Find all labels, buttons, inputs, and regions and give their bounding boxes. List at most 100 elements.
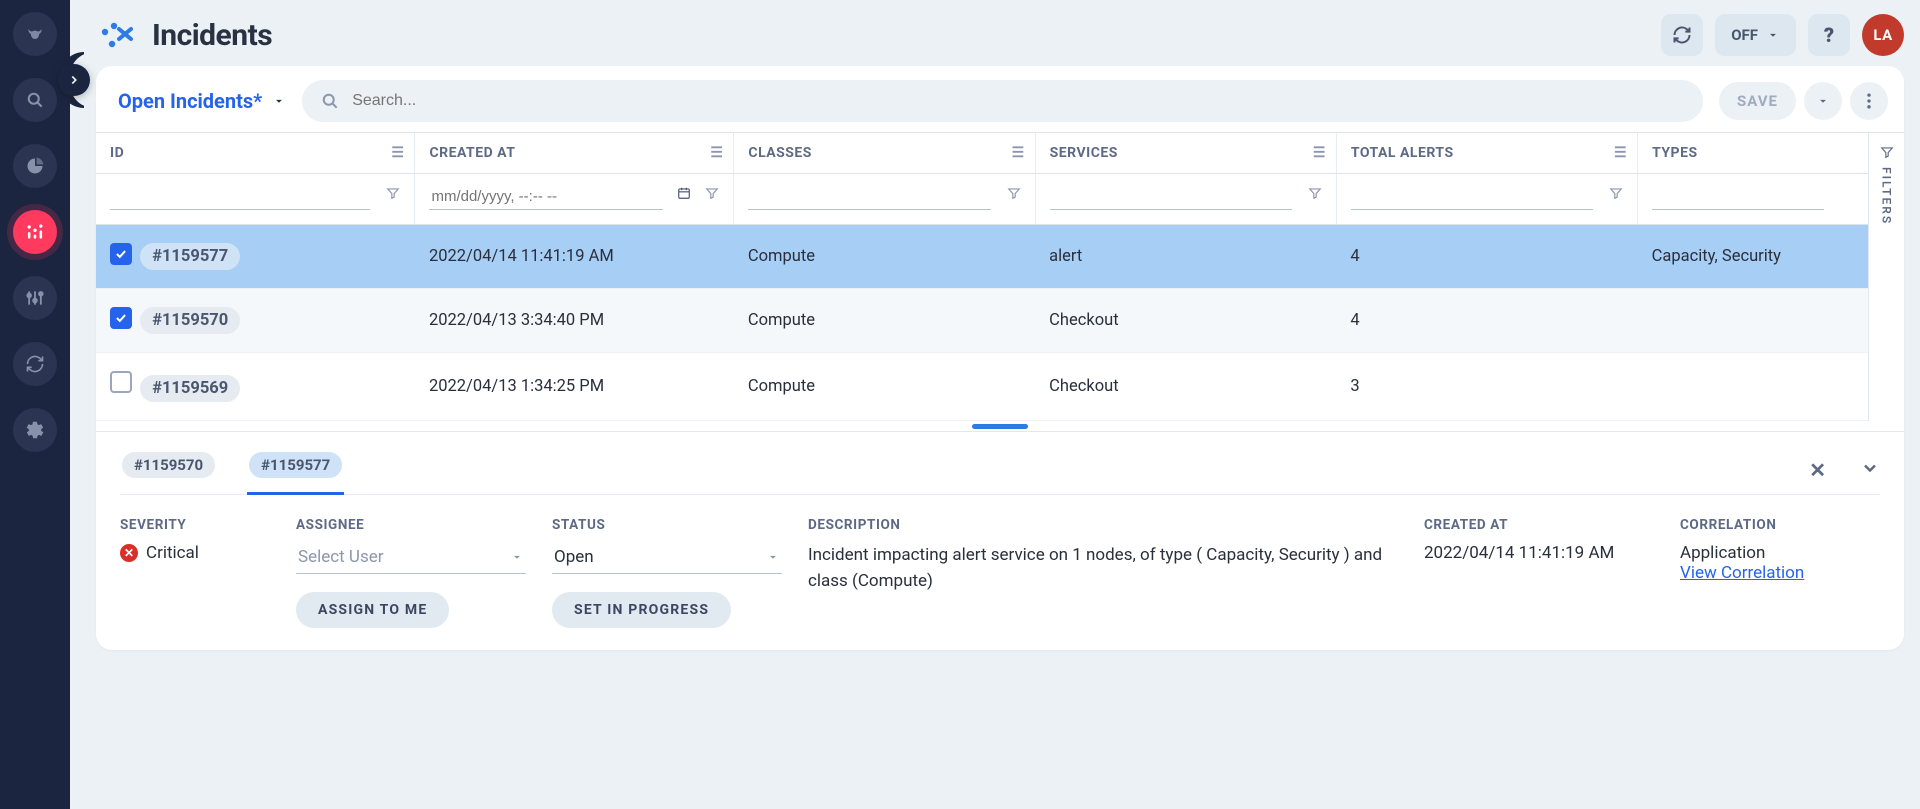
col-header-totalalerts[interactable]: TOTAL ALERTS☰ (1336, 133, 1637, 174)
correlation-value: Application (1680, 543, 1880, 563)
cell-classes: Compute (734, 353, 1035, 421)
assign-to-me-button[interactable]: ASSIGN TO ME (296, 592, 449, 628)
panel-toolbar: Open Incidents* SAVE (96, 66, 1904, 132)
cell-classes: Compute (734, 289, 1035, 353)
detail-tab[interactable]: #1159570 (120, 446, 217, 494)
detail-description: DESCRIPTION Incident impacting alert ser… (808, 517, 1398, 594)
topbar: Incidents OFF ? LA (96, 14, 1904, 56)
saved-view-select[interactable]: Open Incidents* (118, 89, 286, 113)
help-button[interactable]: ? (1808, 14, 1850, 56)
detail-correlation: CORRELATION Application View Correlation (1680, 517, 1880, 583)
filter-input-types[interactable] (1652, 184, 1824, 210)
caret-down-icon (272, 94, 286, 108)
product-logo-icon (96, 14, 138, 56)
funnel-icon (1880, 145, 1894, 159)
filter-input-id[interactable] (110, 184, 370, 210)
kebab-icon (1859, 91, 1879, 111)
view-label: Open Incidents* (118, 89, 262, 113)
cell-types: Capacity, Security (1638, 225, 1868, 289)
assignee-select[interactable]: Select User (296, 543, 526, 574)
caret-down-icon (766, 550, 780, 564)
funnel-icon[interactable] (705, 186, 719, 204)
sidebar-item-search[interactable] (13, 78, 57, 122)
cell-createdat: 2022/04/13 3:34:40 PM (415, 289, 734, 353)
table-row[interactable]: #1159569 2022/04/13 1:34:25 PMComputeChec… (96, 353, 1868, 421)
status-select[interactable]: Open (552, 543, 782, 574)
col-header-types[interactable]: TYPES (1638, 133, 1868, 174)
cell-services: alert (1035, 225, 1336, 289)
detail-collapse-button[interactable] (1860, 458, 1880, 483)
sidebar-item-sync[interactable] (13, 342, 57, 386)
view-correlation-link[interactable]: View Correlation (1680, 563, 1880, 583)
incident-detail: #1159570 #1159577 ✕ SEVERITY ✕ Critical A… (96, 431, 1904, 650)
col-menu-icon[interactable]: ☰ (1313, 145, 1326, 161)
funnel-icon[interactable] (1007, 186, 1021, 204)
incident-id-chip[interactable]: #1159569 (140, 375, 240, 402)
detail-close-button[interactable]: ✕ (1809, 458, 1826, 483)
cell-types (1638, 353, 1868, 421)
brand-bull-icon[interactable] (13, 12, 57, 56)
col-header-createdat[interactable]: CREATED AT☰ (415, 133, 734, 174)
filters-rail-toggle[interactable]: FILTERS (1868, 133, 1904, 421)
col-menu-icon[interactable]: ☰ (1614, 145, 1627, 161)
save-menu-button[interactable] (1804, 82, 1842, 120)
filter-input-totalalerts[interactable] (1351, 184, 1593, 210)
row-checkbox[interactable] (110, 371, 132, 393)
col-header-classes[interactable]: CLASSES☰ (734, 133, 1035, 174)
row-checkbox[interactable] (110, 243, 132, 265)
funnel-icon[interactable] (386, 186, 400, 204)
table-row[interactable]: #11595772022/04/14 11:41:19 AMComputeale… (96, 225, 1868, 289)
detail-status: STATUS Open SET IN PROGRESS (552, 517, 782, 628)
severity-critical-icon: ✕ (120, 544, 138, 562)
cell-createdat: 2022/04/13 1:34:25 PM (415, 353, 734, 421)
filter-input-services[interactable] (1050, 184, 1292, 210)
detail-severity: SEVERITY ✕ Critical (120, 517, 270, 563)
search-field[interactable] (302, 80, 1703, 122)
incident-id-chip[interactable]: #1159577 (140, 243, 240, 270)
cell-totalalerts: 4 (1336, 289, 1637, 353)
cell-totalalerts: 3 (1336, 353, 1637, 421)
incident-id-chip[interactable]: #1159570 (140, 307, 240, 334)
more-actions-button[interactable] (1850, 82, 1888, 120)
severity-value: Critical (146, 543, 199, 563)
detail-tab[interactable]: #1159577 (247, 446, 344, 495)
incidents-table: ID☰ CREATED AT☰ CLASSES☰ SERVICES☰ TOTAL… (96, 133, 1868, 421)
detail-resize-handle[interactable] (96, 421, 1904, 431)
avatar[interactable]: LA (1862, 14, 1904, 56)
calendar-icon[interactable] (677, 186, 691, 204)
caret-down-icon (1816, 94, 1830, 108)
sidebar-item-analytics[interactable] (13, 210, 57, 254)
autorefresh-toggle[interactable]: OFF (1715, 14, 1796, 56)
search-input[interactable] (352, 92, 1685, 110)
main: Incidents OFF ? LA Open Incidents* (70, 0, 1920, 666)
sidebar-item-reports[interactable] (13, 144, 57, 188)
col-menu-icon[interactable]: ☰ (710, 145, 723, 161)
caret-down-icon (510, 550, 524, 564)
incidents-table-wrap: ID☰ CREATED AT☰ CLASSES☰ SERVICES☰ TOTAL… (96, 132, 1904, 421)
search-icon (320, 91, 340, 111)
row-checkbox[interactable] (110, 307, 132, 329)
table-row[interactable]: #11595702022/04/13 3:34:40 PMComputeChec… (96, 289, 1868, 353)
col-menu-icon[interactable]: ☰ (1012, 145, 1025, 161)
funnel-icon[interactable] (1308, 186, 1322, 204)
col-menu-icon[interactable]: ☰ (391, 145, 404, 161)
detail-tabs: #1159570 #1159577 ✕ (120, 432, 1880, 495)
cell-services: Checkout (1035, 353, 1336, 421)
col-header-services[interactable]: SERVICES☰ (1035, 133, 1336, 174)
avatar-initials: LA (1873, 26, 1892, 44)
funnel-icon[interactable] (1609, 186, 1623, 204)
save-button[interactable]: SAVE (1719, 82, 1796, 120)
detail-tab-id: #1159577 (249, 452, 342, 478)
cell-totalalerts: 4 (1336, 225, 1637, 289)
sidebar-expand-button[interactable] (58, 64, 90, 96)
col-header-id[interactable]: ID☰ (96, 133, 415, 174)
set-in-progress-button[interactable]: SET IN PROGRESS (552, 592, 731, 628)
sidebar-item-tuning[interactable] (13, 276, 57, 320)
refresh-button[interactable] (1661, 14, 1703, 56)
filter-input-classes[interactable] (748, 184, 990, 210)
createdat-value: 2022/04/14 11:41:19 AM (1424, 543, 1654, 563)
help-icon: ? (1824, 23, 1834, 47)
filter-input-createdat[interactable] (429, 184, 663, 210)
detail-assignee: ASSIGNEE Select User ASSIGN TO ME (296, 517, 526, 628)
sidebar-item-settings[interactable] (13, 408, 57, 452)
